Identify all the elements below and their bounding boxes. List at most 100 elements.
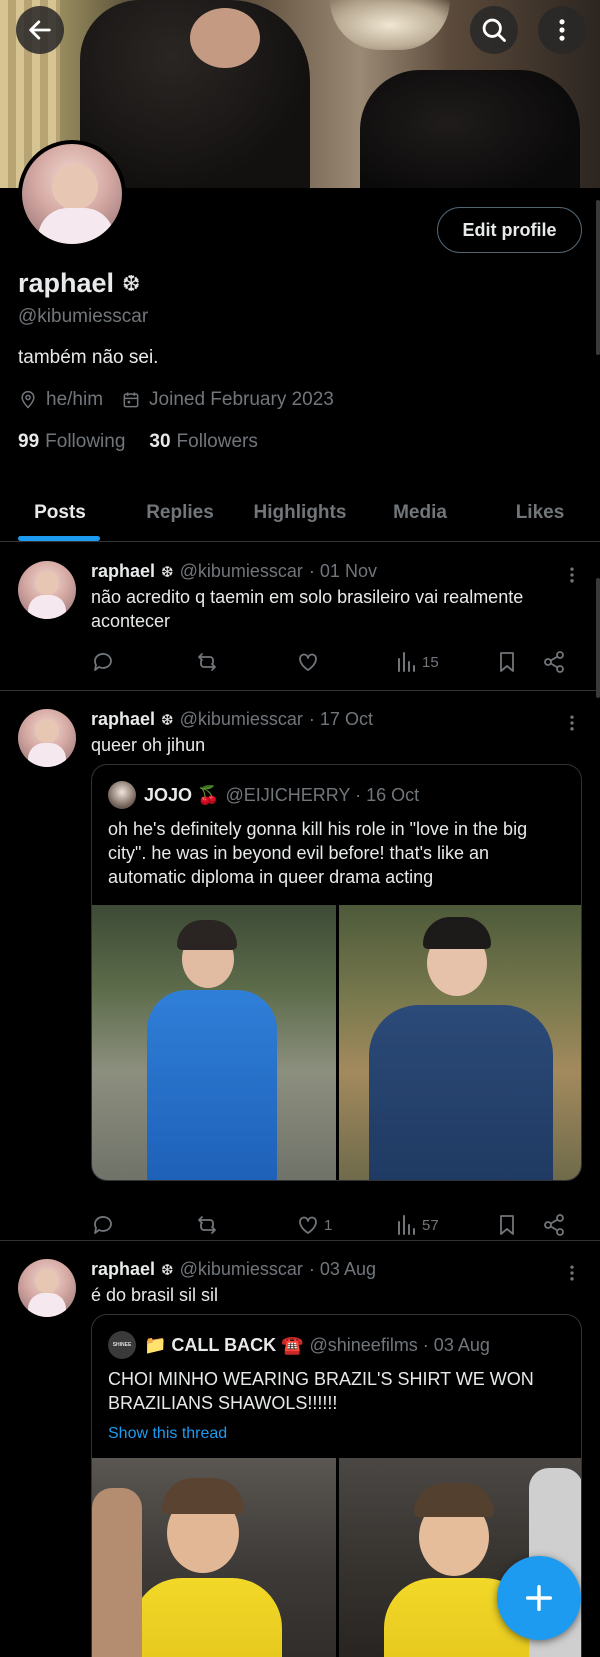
bookmark-button[interactable] bbox=[495, 1213, 523, 1237]
post-author-name[interactable]: raphael bbox=[91, 1259, 155, 1280]
banner-lamp bbox=[330, 0, 450, 50]
post-author-handle[interactable]: @kibumiesscar bbox=[180, 709, 303, 730]
bookmark-icon bbox=[500, 1215, 514, 1235]
scrollbar-top[interactable] bbox=[596, 200, 600, 355]
banner-face bbox=[190, 8, 260, 68]
post-text: não acredito q taemin em solo brasileiro… bbox=[91, 587, 524, 631]
following-count[interactable]: 99 bbox=[18, 431, 39, 453]
heart-icon bbox=[299, 1216, 317, 1234]
quoted-post-header: JOJO 🍒 @EIJICHERRY · 16 Oct bbox=[108, 781, 419, 809]
quoted-avatar bbox=[108, 781, 136, 809]
bookmark-icon bbox=[500, 652, 514, 672]
post-avatar[interactable] bbox=[18, 709, 76, 767]
edit-profile-button[interactable]: Edit profile bbox=[437, 207, 582, 253]
post-header: raphael ❆ @kibumiesscar · 03 Aug bbox=[91, 1259, 376, 1280]
pronouns-item: he/him bbox=[18, 389, 103, 411]
display-name: raphael bbox=[18, 268, 115, 298]
quoted-post-text: oh he's definitely gonna kill his role i… bbox=[108, 819, 528, 887]
image-jacket bbox=[147, 990, 277, 1180]
tab-likes[interactable]: Likes bbox=[480, 484, 600, 541]
post-date: · 01 Nov bbox=[308, 561, 377, 581]
image-hair bbox=[423, 917, 491, 949]
more-vertical-icon bbox=[559, 19, 565, 41]
post-avatar[interactable] bbox=[18, 561, 76, 619]
quoted-author-name: 📁 CALL BACK ☎️ bbox=[144, 1334, 304, 1355]
repost-button[interactable] bbox=[195, 650, 223, 674]
post-date: · 03 Aug bbox=[308, 1259, 376, 1279]
more-vertical-icon[interactable] bbox=[562, 1263, 582, 1283]
avatar-body bbox=[38, 208, 114, 244]
more-options-button[interactable] bbox=[538, 6, 586, 54]
like-count: 1 bbox=[324, 1216, 333, 1234]
views-count: 15 bbox=[422, 653, 439, 671]
share-button[interactable] bbox=[542, 1213, 570, 1237]
quoted-post-text: CHOI MINHO WEARING BRAZIL'S SHIRT WE WON… bbox=[108, 1369, 534, 1413]
share-icon bbox=[544, 651, 564, 673]
post-text: queer oh jihun bbox=[91, 735, 206, 755]
quoted-image-right[interactable] bbox=[339, 905, 581, 1180]
more-vertical-icon[interactable] bbox=[562, 713, 582, 733]
scrollbar-mid[interactable] bbox=[596, 578, 600, 698]
pronouns-text: he/him bbox=[46, 389, 104, 410]
quoted-image-left[interactable] bbox=[92, 1458, 336, 1657]
post-header: raphael ❆ @kibumiesscar · 01 Nov bbox=[91, 561, 377, 582]
calendar-icon bbox=[123, 392, 139, 408]
banner-figure-right bbox=[360, 70, 580, 188]
quoted-post-header: SHINEE 📁 CALL BACK ☎️ @shineefilms · 03 … bbox=[108, 1331, 490, 1359]
tab-highlights[interactable]: Highlights bbox=[240, 484, 360, 541]
followers-count[interactable]: 30 bbox=[149, 431, 170, 453]
post-author-name[interactable]: raphael bbox=[91, 709, 155, 730]
post-item[interactable]: raphael ❆ @kibumiesscar · 01 Nov não acr… bbox=[0, 543, 600, 691]
like-button[interactable]: 1 bbox=[296, 1213, 332, 1237]
search-button[interactable] bbox=[470, 6, 518, 54]
like-button[interactable] bbox=[296, 650, 324, 674]
share-icon bbox=[544, 1214, 564, 1236]
snowflake-badge-icon: ❆ bbox=[161, 711, 174, 729]
post-header: raphael ❆ @kibumiesscar · 17 Oct bbox=[91, 709, 373, 730]
followers-label[interactable]: Followers bbox=[177, 431, 258, 453]
plus-icon bbox=[525, 1584, 553, 1612]
location-pin-icon bbox=[21, 390, 35, 409]
avatar-head bbox=[52, 164, 98, 210]
share-button[interactable] bbox=[542, 650, 570, 674]
views-chart-icon bbox=[398, 652, 415, 672]
tab-replies[interactable]: Replies bbox=[120, 484, 240, 541]
quoted-author-handle: @EIJICHERRY · 16 Oct bbox=[225, 784, 420, 805]
views-button[interactable]: 57 bbox=[394, 1213, 439, 1237]
quoted-author-name: JOJO 🍒 bbox=[144, 784, 220, 805]
post-date: · 17 Oct bbox=[308, 709, 373, 729]
profile-handle: @kibumiesscar bbox=[18, 306, 149, 327]
profile-avatar[interactable] bbox=[18, 140, 126, 248]
snowflake-badge-icon: ❆ bbox=[161, 563, 174, 581]
image-uniform bbox=[369, 1005, 553, 1180]
reply-button[interactable] bbox=[91, 1213, 119, 1237]
image-hair bbox=[177, 920, 237, 950]
follow-stats: 99 Following 30 Followers bbox=[18, 431, 282, 453]
post-author-name[interactable]: raphael bbox=[91, 561, 155, 582]
back-button[interactable] bbox=[16, 6, 64, 54]
post-author-handle[interactable]: @kibumiesscar bbox=[180, 561, 303, 582]
views-button[interactable]: 15 bbox=[394, 650, 439, 674]
post-item[interactable]: raphael ❆ @kibumiesscar · 17 Oct queer o… bbox=[0, 691, 600, 1241]
image-person-side bbox=[92, 1488, 142, 1657]
post-avatar[interactable] bbox=[18, 1259, 76, 1317]
following-label[interactable]: Following bbox=[45, 431, 125, 453]
bookmark-button[interactable] bbox=[495, 650, 523, 674]
joined-item: Joined February 2023 bbox=[121, 389, 334, 411]
search-icon bbox=[482, 18, 506, 42]
quoted-image-left[interactable] bbox=[92, 905, 336, 1180]
tab-posts[interactable]: Posts bbox=[0, 484, 120, 541]
more-vertical-icon[interactable] bbox=[562, 565, 582, 585]
image-hair bbox=[162, 1478, 244, 1514]
snowflake-badge-icon: ❆ bbox=[122, 270, 141, 296]
image-brazil-shirt bbox=[132, 1578, 282, 1657]
repost-button[interactable] bbox=[195, 1213, 223, 1237]
reply-button[interactable] bbox=[91, 650, 119, 674]
post-author-handle[interactable]: @kibumiesscar bbox=[180, 1259, 303, 1280]
image-hair bbox=[414, 1483, 494, 1517]
quoted-post[interactable]: JOJO 🍒 @EIJICHERRY · 16 Oct oh he's defi… bbox=[91, 764, 582, 1181]
post-actions: 15 bbox=[91, 647, 573, 677]
tab-media[interactable]: Media bbox=[360, 484, 480, 541]
compose-button[interactable] bbox=[497, 1556, 581, 1640]
show-thread-link[interactable]: Show this thread bbox=[108, 1425, 227, 1443]
